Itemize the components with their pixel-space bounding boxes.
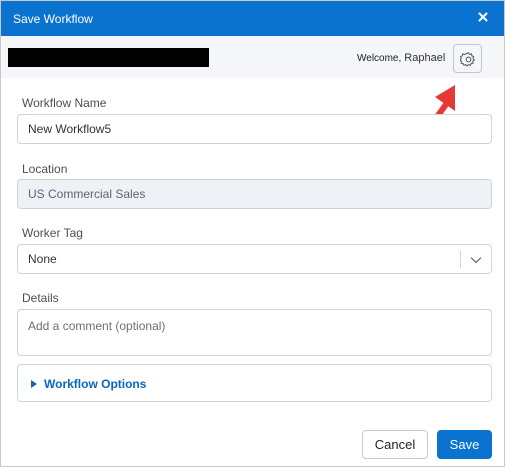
dialog-titlebar: Save Workflow [1,1,504,36]
welcome-label: Welcome, [357,53,402,64]
worker-tag-label: Worker Tag [22,226,83,240]
workflow-options-toggle[interactable]: Workflow Options [17,364,492,402]
details-label: Details [22,291,59,305]
location-field: US Commercial Sales [17,179,492,209]
details-textarea[interactable]: Add a comment (optional) [17,309,492,356]
workflow-name-input[interactable]: New Workflow5 [17,114,492,144]
workflow-name-value: New Workflow5 [28,122,112,136]
welcome-text: Welcome, Raphael [357,52,445,64]
workflow-options-label: Workflow Options [44,377,147,391]
user-bar: Welcome, Raphael [1,36,504,78]
save-workflow-dialog: Save Workflow Welcome, Raphael Workflow N… [0,0,505,467]
select-divider [460,251,461,268]
details-placeholder: Add a comment (optional) [28,319,166,333]
save-button[interactable]: Save [437,430,492,459]
worker-tag-select[interactable]: None [17,244,492,274]
close-icon[interactable] [475,9,491,25]
dialog-title: Save Workflow [13,12,93,26]
gear-icon [460,52,475,67]
location-value: US Commercial Sales [28,187,146,201]
caret-right-icon [31,380,37,388]
worker-tag-value: None [28,252,57,266]
redacted-block [8,48,209,67]
location-label: Location [22,162,68,176]
settings-button[interactable] [453,44,482,73]
chevron-down-icon [470,257,482,264]
cancel-button[interactable]: Cancel [362,430,428,459]
user-name: Raphael [404,52,446,64]
workflow-name-label: Workflow Name [22,96,107,110]
